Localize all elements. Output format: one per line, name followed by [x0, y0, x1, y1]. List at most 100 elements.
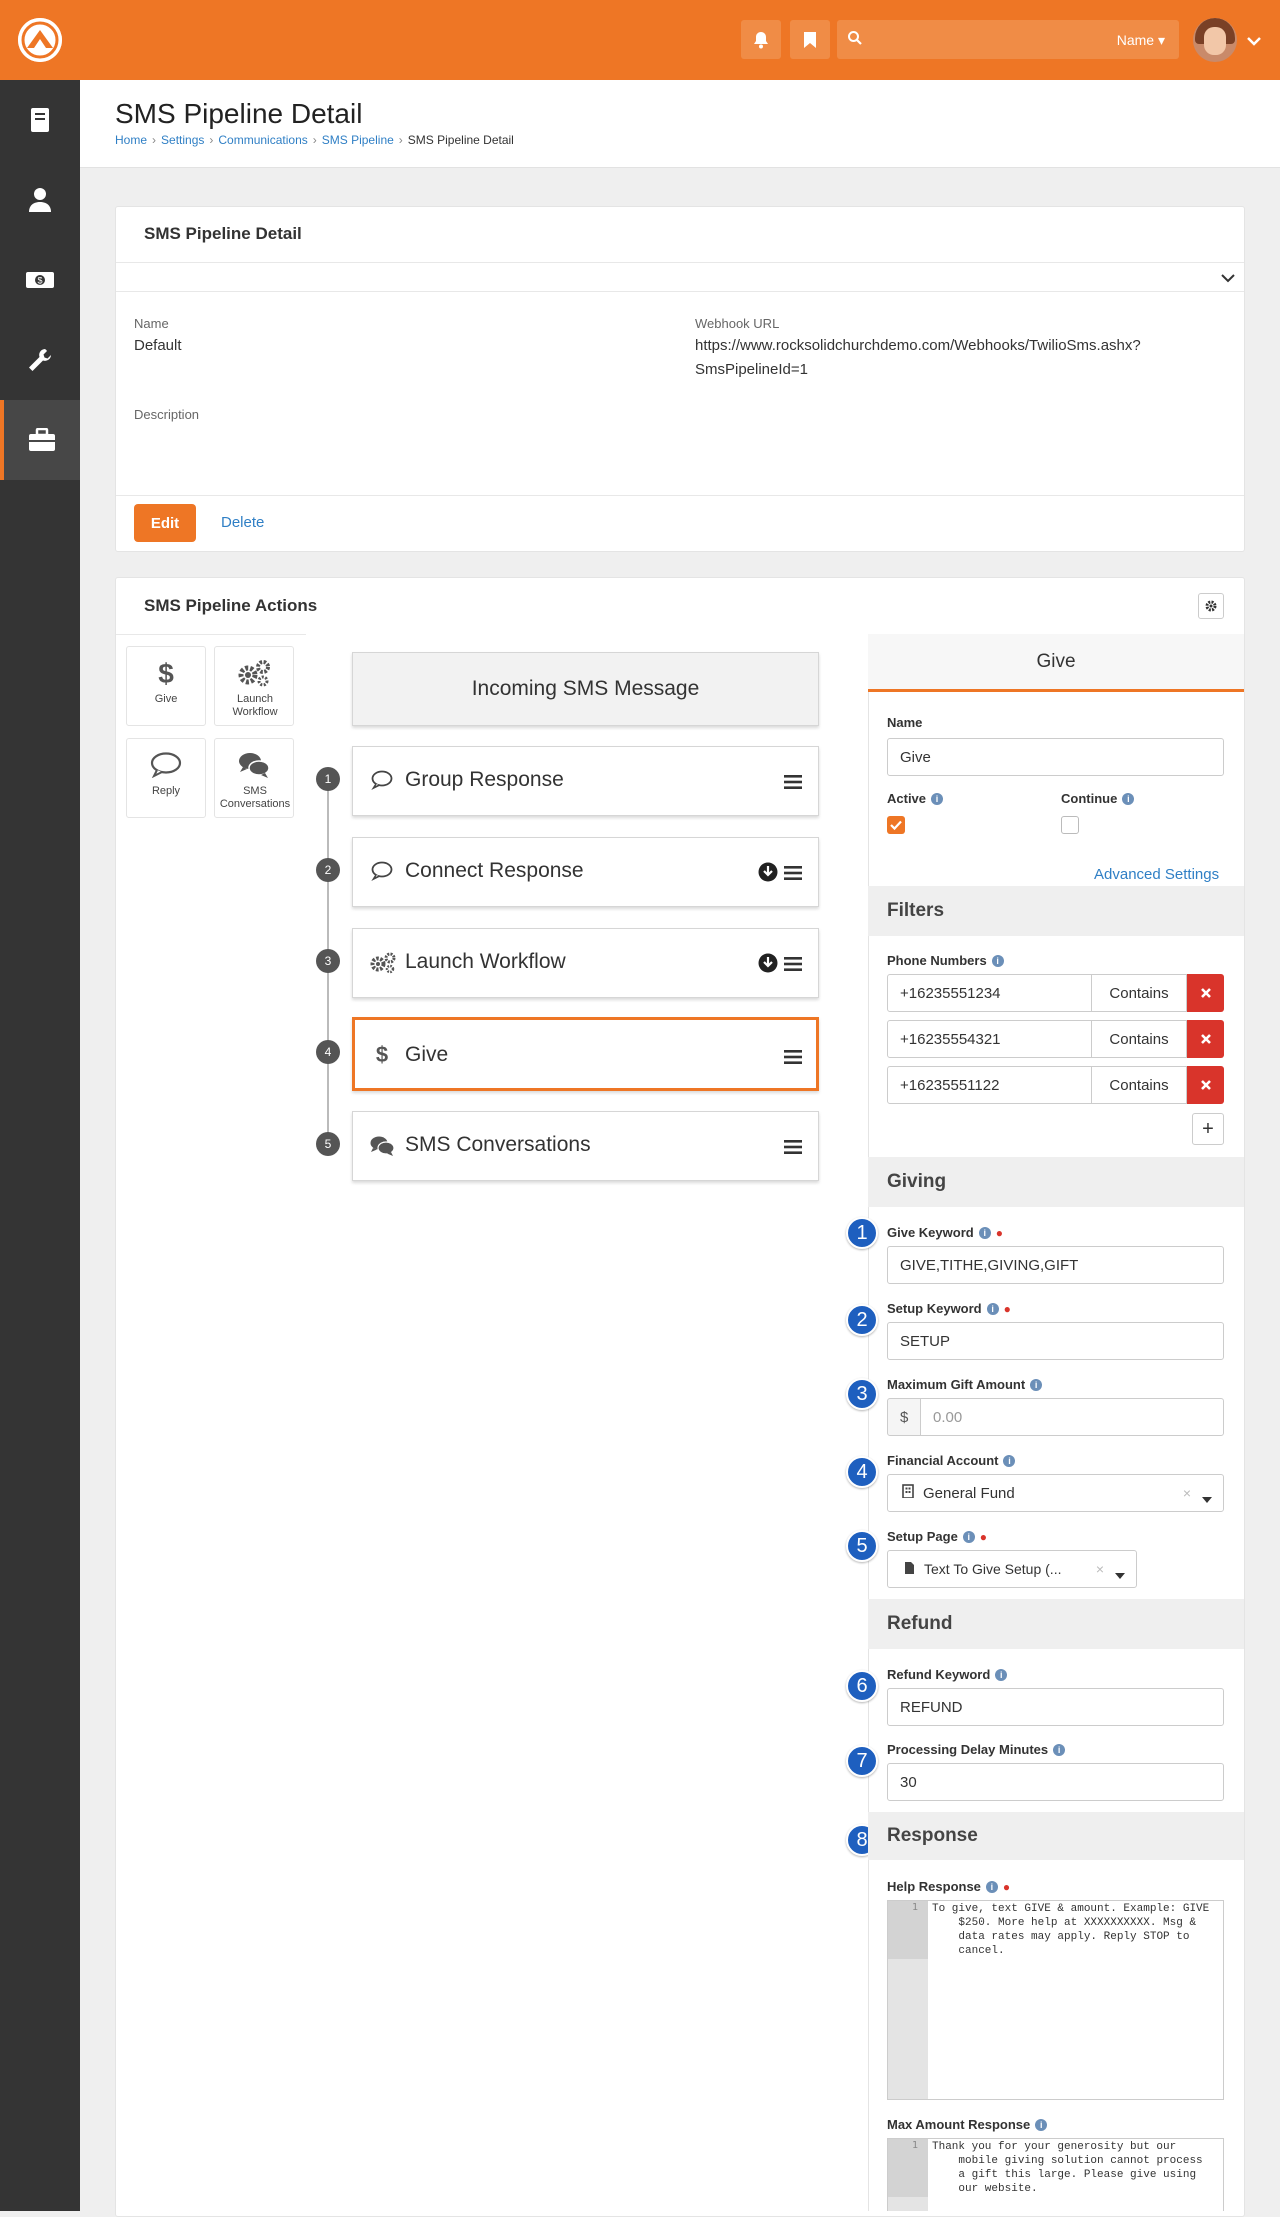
- callout-badge: 7: [846, 1745, 878, 1777]
- callout-badge: 4: [846, 1456, 878, 1488]
- delete-button[interactable]: Delete: [221, 514, 264, 531]
- step-number: 5: [316, 1132, 340, 1156]
- clear-x-icon[interactable]: ×: [1096, 1561, 1104, 1577]
- nav-person-icon[interactable]: [0, 160, 80, 240]
- page-title: SMS Pipeline Detail: [115, 98, 363, 129]
- settings-gear-icon[interactable]: [1198, 593, 1224, 619]
- drag-handle-icon[interactable]: [784, 954, 802, 978]
- comment-icon: [127, 749, 205, 781]
- info-icon: i: [1122, 792, 1135, 805]
- clear-x-icon[interactable]: ×: [1183, 1485, 1191, 1501]
- action-launch-workflow[interactable]: Launch Workflow: [352, 928, 819, 998]
- phone-number-input[interactable]: +16235554321: [887, 1020, 1092, 1058]
- line-number: 1: [888, 2139, 928, 2197]
- component-give[interactable]: $ Give: [126, 646, 206, 726]
- callout-badge: 6: [846, 1670, 878, 1702]
- comparison-select[interactable]: Contains: [1092, 1066, 1187, 1104]
- callout-badge: 5: [846, 1530, 878, 1562]
- active-checkbox[interactable]: [887, 816, 905, 834]
- give-keyword-label: Give Keyword i ●: [887, 1225, 1003, 1240]
- action-settings-title: Give: [868, 634, 1244, 692]
- setup-page-value: Text To Give Setup (...: [924, 1561, 1062, 1577]
- remove-filter-x-icon[interactable]: [1187, 1020, 1224, 1058]
- component-sms-conversations[interactable]: SMS Conversations: [214, 738, 294, 818]
- setup-keyword-label: Setup Keyword i ●: [887, 1301, 1011, 1316]
- action-group-response[interactable]: Group Response: [352, 746, 819, 816]
- arrow-circle-down-icon: [758, 862, 778, 888]
- setup-page-picker[interactable]: Text To Give Setup (... ×: [887, 1550, 1137, 1588]
- phone-number-input[interactable]: +16235551234: [887, 974, 1092, 1012]
- drag-handle-icon[interactable]: [784, 1137, 802, 1161]
- breadcrumb-sms-pipeline[interactable]: SMS Pipeline: [322, 133, 394, 147]
- drag-handle-icon[interactable]: [784, 772, 802, 796]
- setup-page-label-text: Setup Page: [887, 1529, 958, 1544]
- nav-tools-wrench-icon[interactable]: [0, 320, 80, 400]
- breadcrumb-communications[interactable]: Communications: [218, 133, 307, 147]
- financial-account-picker[interactable]: General Fund ×: [887, 1474, 1224, 1512]
- comments-icon: [369, 1135, 395, 1163]
- breadcrumb-settings[interactable]: Settings: [161, 133, 204, 147]
- action-give-selected[interactable]: $ Give: [352, 1017, 819, 1091]
- caret-down-icon: [1115, 1566, 1125, 1582]
- nav-admin-briefcase-icon[interactable]: [0, 400, 80, 480]
- max-gift-amount-input[interactable]: 0.00: [920, 1398, 1224, 1436]
- drag-handle-icon[interactable]: [784, 863, 802, 887]
- help-response-editor[interactable]: 1 To give, text GIVE & amount. Example: …: [887, 1900, 1224, 2100]
- avatar[interactable]: [1193, 18, 1237, 62]
- name-value: Default: [134, 337, 182, 354]
- component-launch-workflow[interactable]: Launch Workflow: [214, 646, 294, 726]
- comparison-select[interactable]: Contains: [1092, 974, 1187, 1012]
- nav-pages-icon[interactable]: [0, 80, 80, 160]
- action-connect-response[interactable]: Connect Response: [352, 837, 819, 907]
- advanced-settings-link[interactable]: Advanced Settings: [1094, 866, 1219, 883]
- step-number: 2: [316, 858, 340, 882]
- drag-handle-icon[interactable]: [784, 1047, 802, 1071]
- component-reply[interactable]: Reply: [126, 738, 206, 818]
- max-amount-response-label-text: Max Amount Response: [887, 2117, 1031, 2132]
- nav-finance-icon[interactable]: $: [0, 240, 80, 320]
- notifications-bell-icon[interactable]: [741, 20, 781, 59]
- max-amount-response-editor[interactable]: 1 Thank you for your generosity but our …: [887, 2138, 1224, 2211]
- required-indicator-icon: ●: [979, 1529, 988, 1544]
- caret-down-icon: ▾: [1157, 32, 1165, 48]
- file-icon: [904, 1561, 915, 1578]
- svg-text:$: $: [37, 276, 42, 286]
- chevron-down-icon[interactable]: [1221, 270, 1235, 286]
- info-icon: i: [1035, 2118, 1048, 2131]
- setup-keyword-input[interactable]: SETUP: [887, 1322, 1224, 1360]
- processing-delay-input[interactable]: 30: [887, 1763, 1224, 1801]
- give-keyword-input[interactable]: GIVE,TITHE,GIVING,GIFT: [887, 1246, 1224, 1284]
- refund-keyword-input[interactable]: REFUND: [887, 1688, 1224, 1726]
- continue-checkbox[interactable]: [1061, 816, 1079, 834]
- line-gutter: 1: [888, 2139, 928, 2211]
- arrow-circle-down-icon: [758, 953, 778, 979]
- bookmark-icon[interactable]: [790, 20, 830, 59]
- search-bar[interactable]: Name ▾: [837, 20, 1179, 59]
- remove-filter-x-icon[interactable]: [1187, 1066, 1224, 1104]
- help-response-label-text: Help Response: [887, 1879, 981, 1894]
- refund-keyword-label-text: Refund Keyword: [887, 1667, 991, 1682]
- callout-badge: 3: [846, 1378, 878, 1410]
- comparison-select[interactable]: Contains: [1092, 1020, 1187, 1058]
- add-filter-button[interactable]: +: [1192, 1113, 1224, 1145]
- dollar-icon: $: [127, 657, 205, 689]
- breadcrumb: Home › Settings › Communications › SMS Pipe…: [115, 133, 514, 147]
- chevron-down-icon[interactable]: [1247, 33, 1261, 49]
- give-keyword-label-text: Give Keyword: [887, 1225, 974, 1240]
- financial-account-value: General Fund: [923, 1484, 1015, 1502]
- active-label-text: Active: [887, 791, 927, 806]
- rock-logo-icon[interactable]: [18, 18, 62, 62]
- info-icon: i: [995, 1668, 1008, 1681]
- component-label: Give: [154, 693, 178, 705]
- phone-number-input[interactable]: +16235551122: [887, 1066, 1092, 1104]
- name-label: Name: [134, 316, 169, 331]
- response-section-title: Response: [868, 1812, 1244, 1860]
- search-filter-dropdown[interactable]: Name ▾: [1117, 32, 1165, 49]
- breadcrumb-home[interactable]: Home: [115, 133, 147, 147]
- name-input[interactable]: Give: [887, 738, 1224, 776]
- help-response-text: To give, text GIVE & amount. Example: GI…: [932, 1903, 1210, 1957]
- refund-keyword-label: Refund Keyword i: [887, 1667, 1008, 1682]
- remove-filter-x-icon[interactable]: [1187, 974, 1224, 1012]
- edit-button[interactable]: Edit: [134, 504, 196, 542]
- action-sms-conversations[interactable]: SMS Conversations: [352, 1111, 819, 1181]
